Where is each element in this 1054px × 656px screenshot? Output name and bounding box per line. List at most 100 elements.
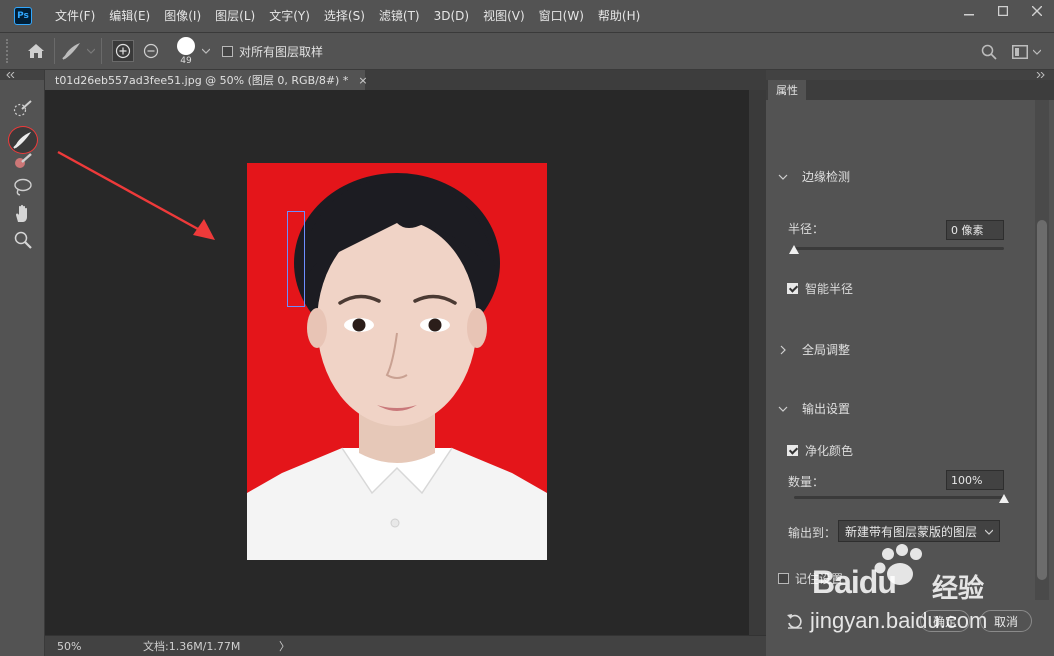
- canvas-vertical-scrollbar[interactable]: [749, 90, 766, 635]
- options-bar: 49 对所有图层取样: [0, 32, 1054, 70]
- remember-settings-checkbox[interactable]: [778, 573, 789, 584]
- workspace-icon: [1011, 45, 1028, 59]
- quick-selection-tool[interactable]: [10, 98, 36, 120]
- minimize-button[interactable]: [952, 0, 986, 22]
- brush-icon: [15, 153, 32, 168]
- properties-scrollbar[interactable]: [1035, 100, 1049, 600]
- cancel-button[interactable]: 取消: [980, 610, 1032, 632]
- maximize-icon: [998, 6, 1008, 16]
- tab-properties[interactable]: 属性: [768, 80, 806, 100]
- radius-input[interactable]: 0 像素: [946, 220, 1004, 240]
- close-tab-icon[interactable]: ×: [358, 74, 367, 87]
- sample-all-layers-checkbox[interactable]: [222, 45, 233, 57]
- home-button[interactable]: [18, 36, 54, 66]
- smart-radius-checkbox[interactable]: [787, 283, 798, 294]
- radius-row: 半径：: [788, 220, 824, 237]
- amount-label: 数量：: [788, 475, 825, 489]
- status-menu-arrow[interactable]: 〉: [279, 638, 290, 654]
- menu-filter[interactable]: 滤镜(T): [372, 0, 427, 32]
- amount-slider[interactable]: [794, 496, 1004, 499]
- menu-3d[interactable]: 3D(D): [427, 0, 476, 32]
- ok-button[interactable]: 确定: [920, 610, 970, 632]
- menu-edit[interactable]: 编辑(E): [102, 0, 157, 32]
- zoom-icon: [14, 231, 32, 249]
- radius-label: 半径：: [788, 222, 825, 236]
- lasso-icon: [14, 178, 32, 196]
- brush-size-picker[interactable]: 49: [174, 34, 200, 68]
- sample-all-layers-option[interactable]: 对所有图层取样: [222, 43, 323, 60]
- add-to-selection-button[interactable]: [112, 40, 134, 62]
- amount-slider-knob[interactable]: [999, 494, 1009, 503]
- selection-marquee: [287, 211, 305, 307]
- menu-bar: Ps 文件(F) 编辑(E) 图像(I) 图层(L) 文字(Y) 选择(S) 滤…: [0, 0, 1054, 32]
- tools-panel-header[interactable]: [0, 70, 44, 80]
- properties-tab-bar: 属性: [766, 80, 1054, 100]
- edge-detection-header[interactable]: 边缘检测: [778, 168, 850, 185]
- global-refine-header[interactable]: 全局调整: [778, 341, 850, 358]
- chevron-down-icon: [778, 174, 788, 180]
- chevron-down-icon: [1032, 49, 1041, 55]
- edge-detection-title: 边缘检测: [802, 170, 851, 184]
- chevron-down-icon[interactable]: [202, 48, 210, 54]
- menu-file[interactable]: 文件(F): [48, 0, 102, 32]
- add-to-selection-icon: [115, 43, 131, 59]
- chevron-down-icon: [87, 48, 95, 54]
- amount-input[interactable]: 100%: [946, 470, 1004, 490]
- brush-icon: [62, 43, 80, 60]
- photoshop-logo: Ps: [14, 7, 32, 25]
- menu-image[interactable]: 图像(I): [157, 0, 208, 32]
- output-to-select[interactable]: 新建带有图层蒙版的图层: [838, 520, 1000, 542]
- menu-type[interactable]: 文字(Y): [262, 0, 317, 32]
- window-controls: [952, 0, 1054, 22]
- options-bar-grip[interactable]: [6, 39, 14, 63]
- chevron-down-icon: [985, 529, 993, 535]
- separator: [101, 38, 102, 64]
- decontaminate-checkbox[interactable]: [787, 445, 798, 456]
- output-settings-title: 输出设置: [802, 402, 851, 416]
- menu-window[interactable]: 窗口(W): [532, 0, 591, 32]
- menu-select[interactable]: 选择(S): [317, 0, 372, 32]
- remember-settings-label: 记住设置: [795, 572, 844, 586]
- properties-scroll-thumb[interactable]: [1037, 220, 1047, 580]
- decontaminate-option[interactable]: 净化颜色: [787, 442, 853, 459]
- output-settings-header[interactable]: 输出设置: [778, 400, 850, 417]
- brush-size-value: 49: [180, 56, 192, 66]
- subtract-from-selection-button[interactable]: [140, 40, 162, 62]
- document-tab[interactable]: t01d26eb557ad3fee51.jpg @ 50% (图层 0, RGB…: [45, 70, 368, 90]
- panel-dock-header[interactable]: [766, 70, 1054, 80]
- portrait-photo: [247, 163, 547, 560]
- collapse-icon: [6, 72, 15, 78]
- zoom-level[interactable]: 50%: [57, 640, 127, 653]
- refine-edge-brush-icon: [13, 132, 31, 149]
- menu-layer[interactable]: 图层(L): [208, 0, 262, 32]
- hand-tool[interactable]: [10, 203, 36, 225]
- canvas-area[interactable]: [45, 90, 749, 635]
- menu-view[interactable]: 视图(V): [476, 0, 532, 32]
- reset-button[interactable]: [786, 612, 804, 633]
- radius-slider-knob[interactable]: [789, 245, 799, 254]
- workspace-switcher[interactable]: [1008, 41, 1044, 63]
- output-to-label: 输出到：: [788, 526, 837, 540]
- smart-radius-label: 智能半径: [805, 282, 854, 296]
- search-button[interactable]: [978, 41, 1000, 63]
- search-icon: [981, 44, 997, 60]
- hand-icon: [16, 204, 27, 222]
- properties-panel: 边缘检测 半径： 0 像素 智能半径 全局调整 输出设置 净化颜色 数量： 10…: [766, 100, 1054, 656]
- maximize-button[interactable]: [986, 0, 1020, 22]
- zoom-tool[interactable]: [10, 229, 36, 251]
- subtract-from-selection-icon: [143, 43, 159, 59]
- smart-radius-option[interactable]: 智能半径: [787, 280, 853, 297]
- menu-help[interactable]: 帮助(H): [591, 0, 647, 32]
- minimize-icon: [964, 14, 974, 16]
- remember-settings-option[interactable]: 记住设置: [778, 570, 843, 587]
- brush-tip-preview: [177, 37, 195, 55]
- refine-edge-brush-tool[interactable]: [8, 126, 38, 154]
- tool-preset-picker[interactable]: [55, 36, 101, 66]
- lasso-tool[interactable]: [10, 176, 36, 198]
- brush-tool[interactable]: [10, 151, 36, 173]
- amount-row: 数量：: [788, 473, 824, 490]
- close-window-button[interactable]: [1020, 0, 1054, 22]
- document-tab-bar: t01d26eb557ad3fee51.jpg @ 50% (图层 0, RGB…: [45, 70, 766, 90]
- chevron-down-icon: [778, 406, 788, 412]
- radius-slider[interactable]: [794, 247, 1004, 250]
